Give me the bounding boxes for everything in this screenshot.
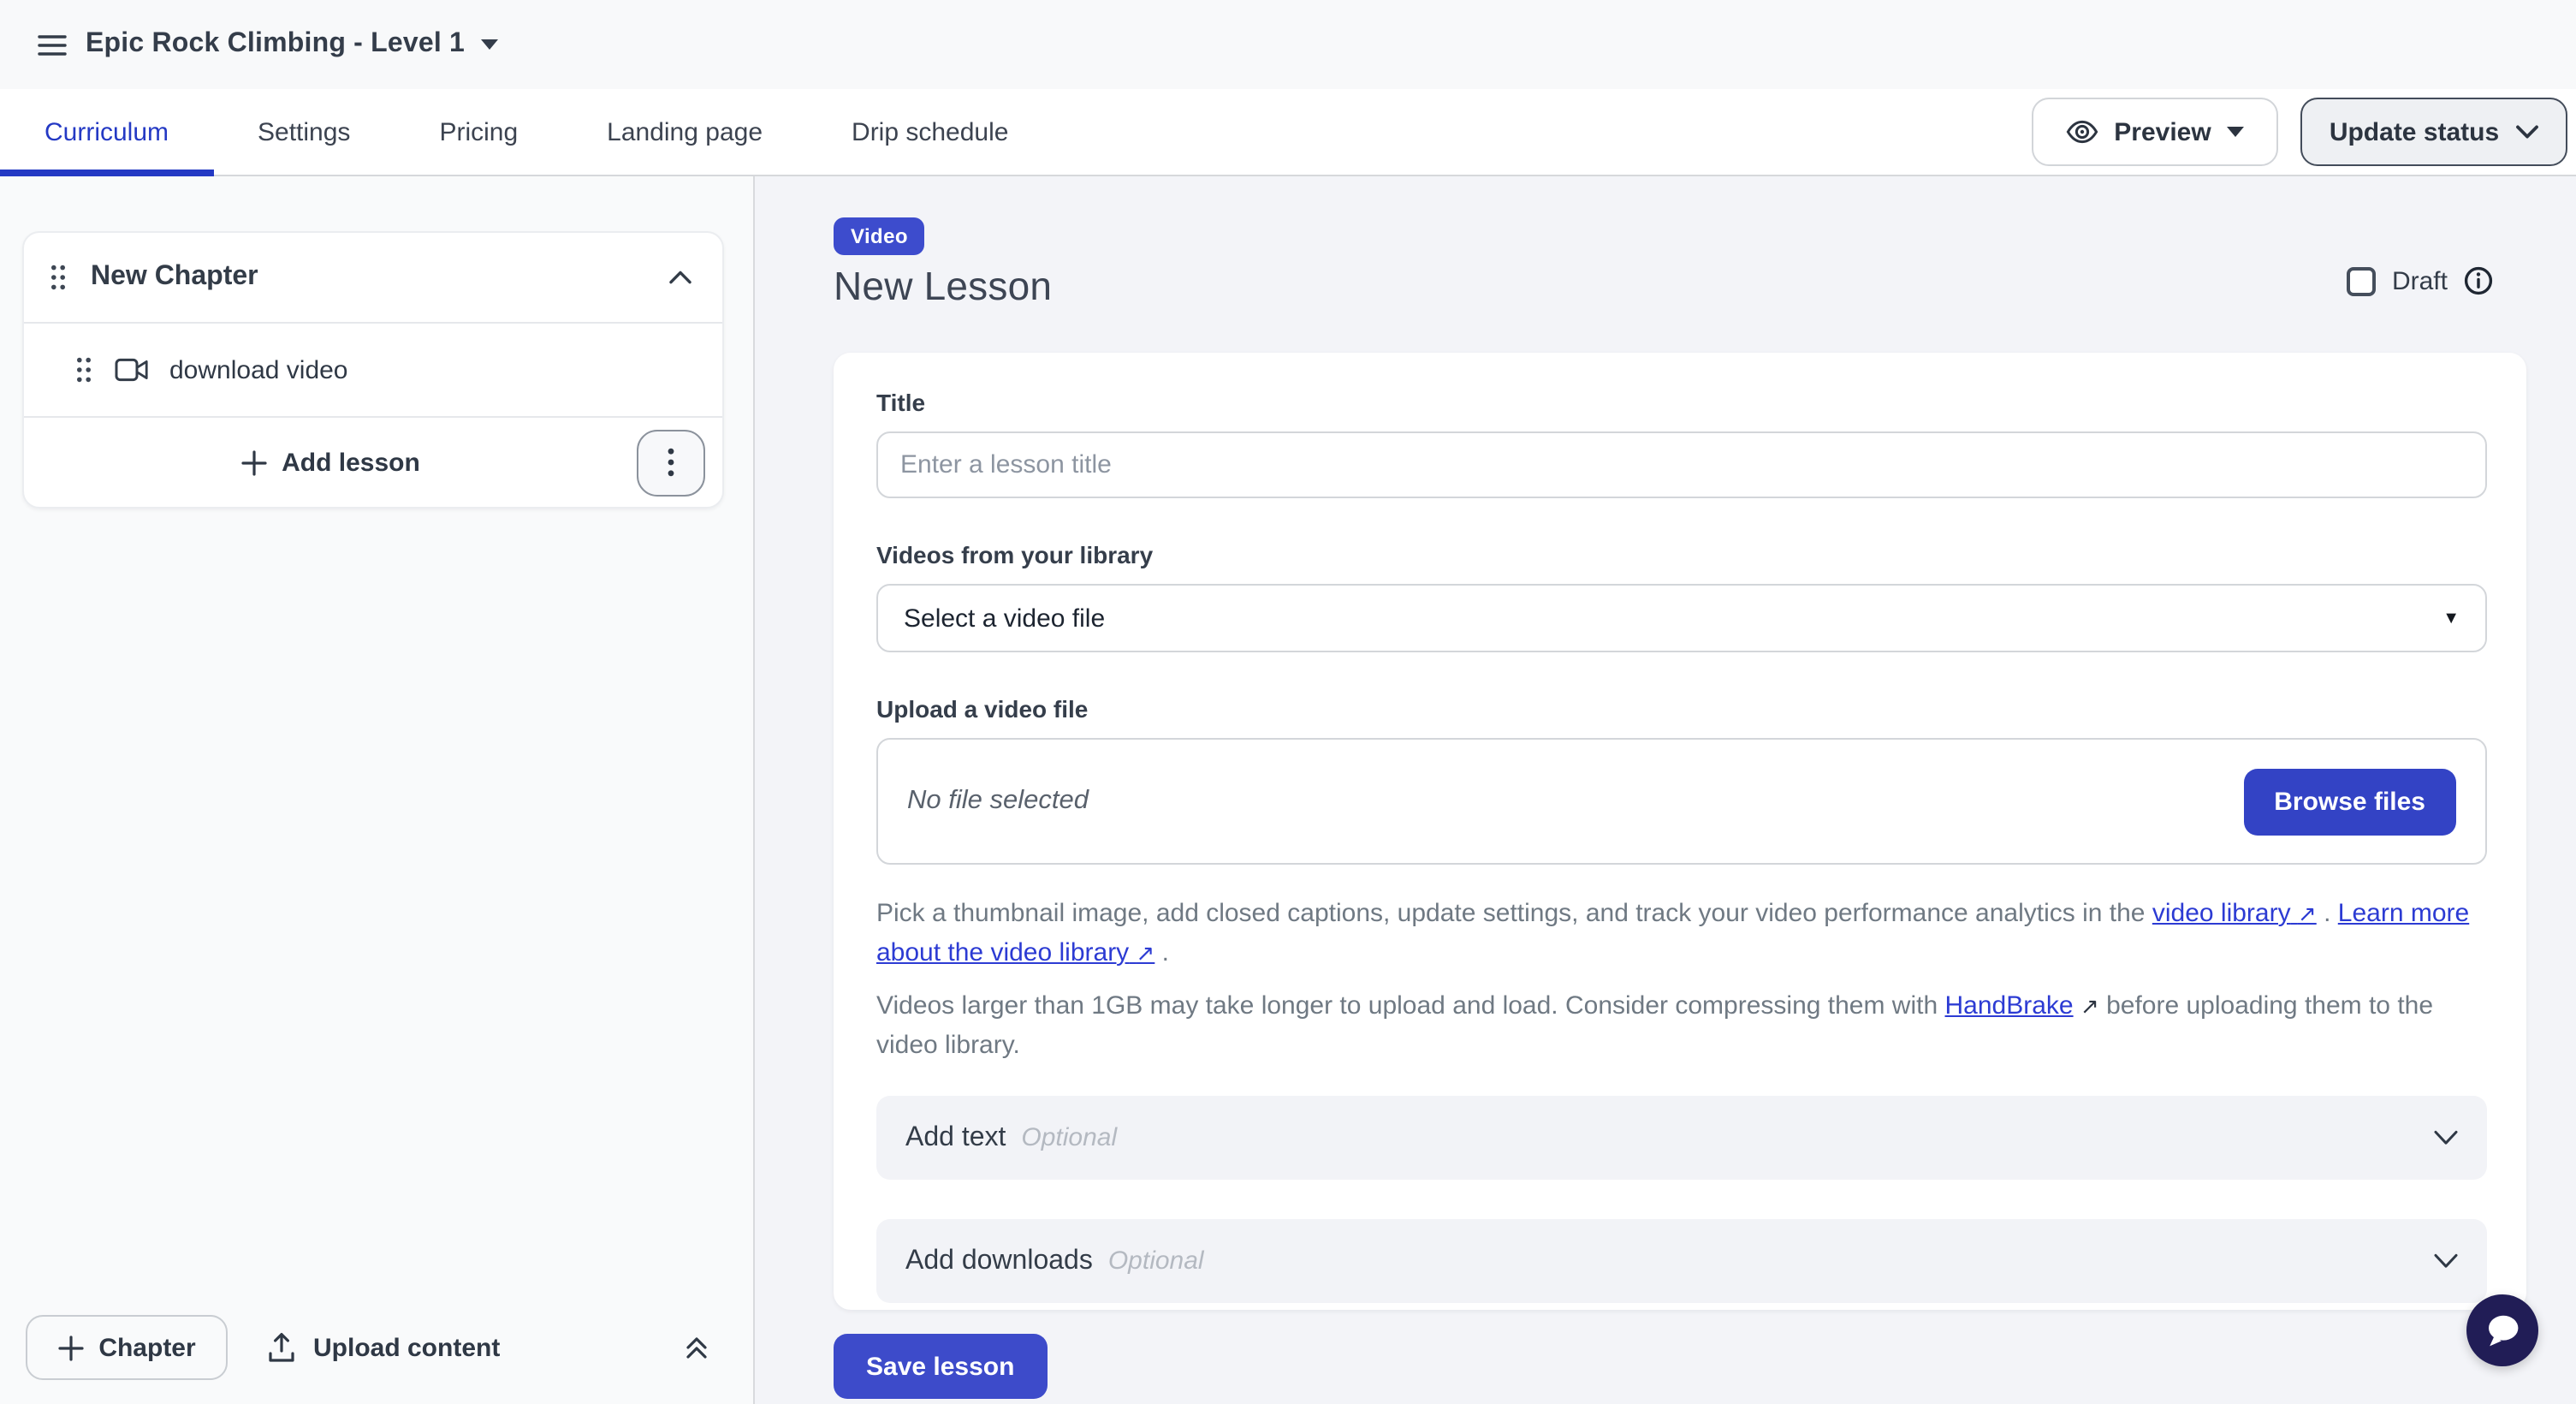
chat-bubble-icon bbox=[2482, 1312, 2523, 1349]
add-chapter-button[interactable]: Chapter bbox=[26, 1315, 228, 1380]
chapter-options-button[interactable] bbox=[637, 429, 705, 496]
title-field-label: Title bbox=[876, 390, 2487, 416]
add-downloads-label: Add downloads bbox=[905, 1246, 1093, 1276]
chat-widget-button[interactable] bbox=[2466, 1294, 2538, 1366]
add-lesson-button[interactable]: Add lesson bbox=[24, 418, 637, 507]
draft-label: Draft bbox=[2392, 266, 2448, 295]
caret-down-icon bbox=[480, 39, 497, 50]
app-window: Epic Rock Climbing - Level 1 Curriculum … bbox=[0, 0, 2576, 1404]
chevron-down-icon bbox=[2516, 125, 2538, 139]
eye-icon bbox=[2066, 116, 2098, 147]
chapter-card: New Chapter download video bbox=[22, 231, 724, 509]
caret-down-icon bbox=[2227, 127, 2244, 137]
handbrake-link[interactable]: HandBrake bbox=[1945, 991, 2074, 1020]
video-library-link[interactable]: video library ↗ bbox=[2152, 899, 2317, 928]
add-downloads-accordion[interactable]: Add downloads Optional bbox=[876, 1219, 2487, 1303]
upload-icon bbox=[267, 1332, 296, 1363]
lesson-title: download video bbox=[169, 355, 348, 384]
page-title: New Lesson bbox=[834, 264, 2576, 310]
course-title: Epic Rock Climbing - Level 1 bbox=[86, 29, 465, 60]
add-chapter-label: Chapter bbox=[98, 1333, 195, 1362]
lesson-item[interactable]: download video bbox=[24, 324, 722, 416]
library-field-label: Videos from your library bbox=[876, 543, 2487, 568]
topbar: Epic Rock Climbing - Level 1 bbox=[0, 0, 2576, 89]
preview-button[interactable]: Preview bbox=[2032, 98, 2278, 166]
tab-actions: Preview Update status bbox=[2032, 89, 2576, 175]
kebab-menu-icon bbox=[668, 447, 674, 478]
chevron-down-icon bbox=[2434, 1130, 2458, 1145]
plus-icon bbox=[240, 449, 266, 475]
drag-handle-icon[interactable] bbox=[75, 356, 92, 384]
double-chevron-up-icon bbox=[683, 1334, 710, 1361]
caret-down-icon: ▼ bbox=[2442, 609, 2460, 628]
info-icon[interactable] bbox=[2463, 265, 2494, 296]
tab-curriculum[interactable]: Curriculum bbox=[0, 89, 213, 175]
file-upload-box: No file selected Browse files bbox=[876, 738, 2487, 865]
sidebar-footer: Chapter Upload content bbox=[0, 1291, 753, 1404]
save-lesson-button[interactable]: Save lesson bbox=[834, 1334, 1047, 1399]
content: New Chapter download video bbox=[0, 176, 2576, 1404]
tab-drip-schedule[interactable]: Drip schedule bbox=[807, 89, 1053, 175]
tab-landing-page[interactable]: Landing page bbox=[562, 89, 807, 175]
external-link-icon: ↗ bbox=[1137, 940, 1155, 966]
browse-files-button[interactable]: Browse files bbox=[2243, 768, 2456, 835]
video-camera-icon bbox=[115, 358, 149, 382]
tabs: Curriculum Settings Pricing Landing page… bbox=[0, 89, 1053, 175]
no-file-text: No file selected bbox=[907, 786, 1089, 817]
draft-toggle-row: Draft bbox=[2347, 265, 2494, 296]
add-lesson-row: Add lesson bbox=[24, 418, 722, 507]
tab-bar: Curriculum Settings Pricing Landing page… bbox=[0, 89, 2576, 176]
update-status-label: Update status bbox=[2330, 117, 2499, 146]
video-library-help-text: Pick a thumbnail image, add closed capti… bbox=[876, 894, 2487, 973]
external-link-icon: ↗ bbox=[2080, 993, 2099, 1019]
menu-icon[interactable] bbox=[26, 19, 77, 70]
add-lesson-label: Add lesson bbox=[282, 448, 420, 477]
course-switcher[interactable]: Epic Rock Climbing - Level 1 bbox=[86, 29, 497, 60]
add-text-label: Add text bbox=[905, 1122, 1006, 1153]
chevron-down-icon bbox=[2434, 1253, 2458, 1269]
update-status-button[interactable]: Update status bbox=[2300, 98, 2567, 166]
upload-content-label: Upload content bbox=[313, 1333, 500, 1362]
lesson-form-card: Title Videos from your library Select a … bbox=[834, 353, 2526, 1310]
chapter-header[interactable]: New Chapter bbox=[24, 233, 722, 322]
video-library-select[interactable]: Select a video file ▼ bbox=[876, 584, 2487, 652]
optional-label: Optional bbox=[1021, 1123, 1117, 1152]
tab-pricing[interactable]: Pricing bbox=[395, 89, 562, 175]
drag-handle-icon[interactable] bbox=[50, 264, 67, 291]
external-link-icon: ↗ bbox=[2298, 901, 2317, 926]
optional-label: Optional bbox=[1108, 1246, 1204, 1276]
curriculum-sidebar: New Chapter download video bbox=[0, 176, 755, 1404]
draft-checkbox[interactable] bbox=[2347, 266, 2377, 295]
upload-content-button[interactable]: Upload content bbox=[267, 1332, 500, 1363]
chevron-up-icon[interactable] bbox=[669, 271, 691, 284]
lesson-title-input[interactable] bbox=[876, 431, 2487, 498]
lesson-type-badge: Video bbox=[834, 217, 925, 255]
upload-field-label: Upload a video file bbox=[876, 697, 2487, 723]
preview-label: Preview bbox=[2114, 117, 2211, 146]
chapter-title: New Chapter bbox=[91, 262, 258, 293]
plus-icon bbox=[57, 1335, 83, 1360]
tab-settings[interactable]: Settings bbox=[213, 89, 395, 175]
selected-video-value: Select a video file bbox=[904, 604, 1105, 633]
collapse-all-button[interactable] bbox=[683, 1334, 710, 1361]
compression-help-text: Videos larger than 1GB may take longer t… bbox=[876, 986, 2487, 1065]
lesson-editor: Video New Lesson Draft Title Videos from… bbox=[755, 176, 2576, 1404]
add-text-accordion[interactable]: Add text Optional bbox=[876, 1096, 2487, 1180]
